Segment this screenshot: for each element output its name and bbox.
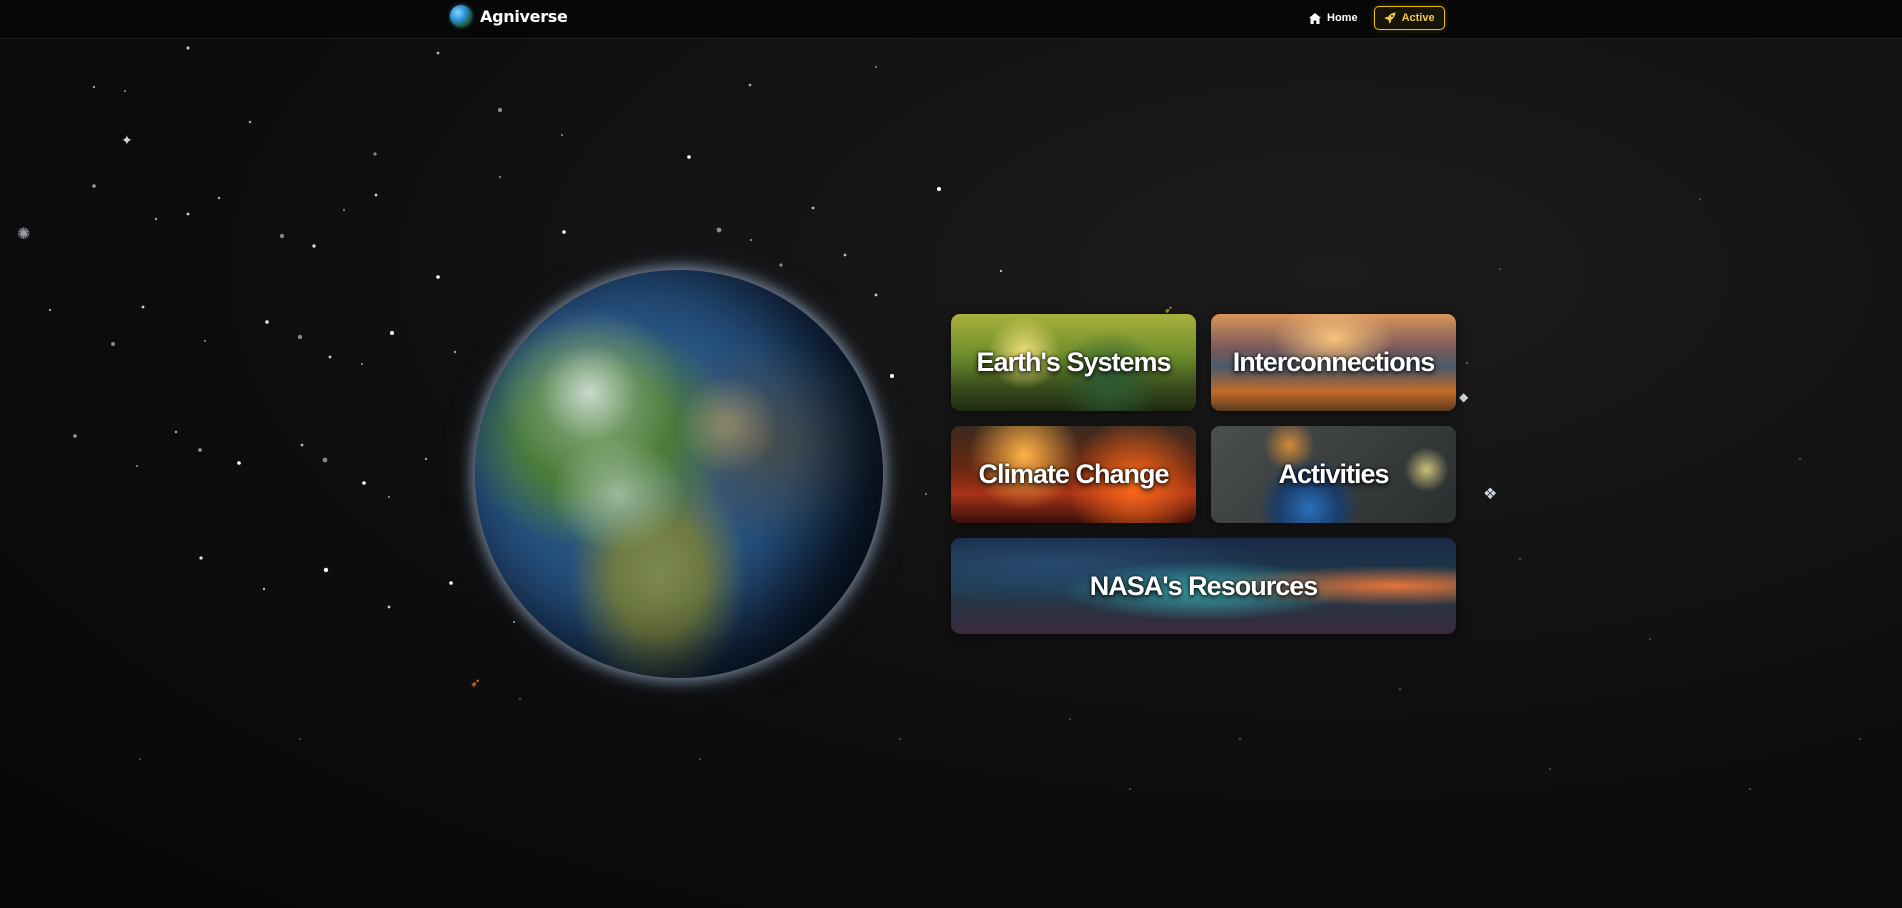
satellite-icon: ✦ [121,132,133,148]
card-interconnections[interactable]: Interconnections [1211,314,1456,411]
card-title: Climate Change [978,459,1169,489]
earth-logo-icon [450,5,472,27]
satellite-icon: ◆ [1459,390,1469,404]
card-title: NASA's Resources [1089,570,1319,601]
nav-links: Home Active [1303,6,1445,30]
home-label: Home [1327,12,1358,24]
card-nasas-resources[interactable]: NASA's Resources [951,538,1456,634]
satellite-icon: ❖ [1483,486,1498,503]
topic-cards: Earth's Systems Interconnections Climate… [951,314,1456,634]
brand[interactable]: Agniverse [450,5,568,27]
active-label: Active [1401,12,1435,24]
asteroid-icon: ✺ [17,226,31,243]
rocket-icon: ➶ [470,675,481,690]
active-button[interactable]: Active [1373,6,1445,30]
card-title: Interconnections [1232,347,1436,377]
card-earths-systems[interactable]: Earth's Systems [951,314,1196,411]
earth-globe[interactable] [475,270,883,678]
card-climate-change[interactable]: Climate Change [951,426,1196,523]
card-title: Activities [1278,459,1389,489]
navbar: Agniverse Home Active [0,0,1902,39]
home-icon [1309,12,1321,24]
rocket-icon [1384,12,1396,24]
card-activities[interactable]: Activities [1211,426,1456,523]
brand-name: Agniverse [480,6,568,26]
home-button[interactable]: Home [1303,6,1364,30]
card-title: Earth's Systems [976,347,1171,377]
